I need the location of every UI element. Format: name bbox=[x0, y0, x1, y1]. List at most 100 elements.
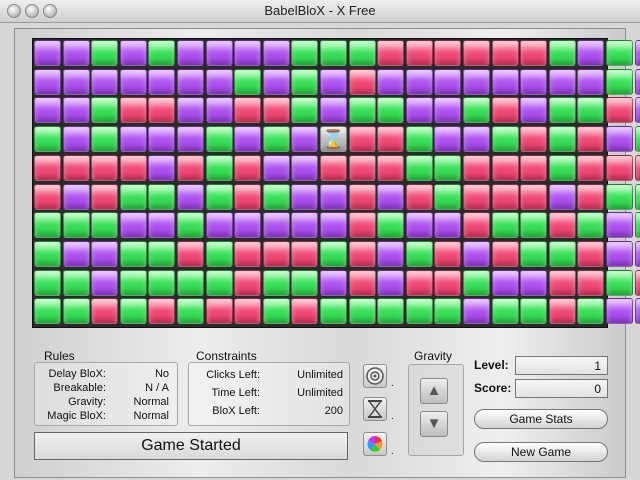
blox-cell[interactable] bbox=[548, 40, 576, 66]
blox-cell[interactable] bbox=[377, 183, 405, 210]
blox-cell[interactable] bbox=[491, 126, 519, 153]
blox-cell[interactable] bbox=[148, 269, 176, 296]
blox-cell[interactable] bbox=[377, 269, 405, 296]
blox-cell[interactable] bbox=[463, 269, 490, 296]
blox-cell[interactable] bbox=[177, 269, 204, 296]
blox-cell[interactable] bbox=[577, 212, 605, 239]
blox-cell[interactable] bbox=[520, 126, 548, 153]
blox-cell[interactable] bbox=[434, 68, 462, 95]
blox-cell[interactable] bbox=[491, 212, 519, 239]
game-stats-button[interactable]: Game Stats bbox=[474, 409, 608, 429]
blox-cell[interactable] bbox=[520, 298, 548, 325]
blox-cell[interactable] bbox=[434, 97, 462, 124]
blox-cell[interactable] bbox=[62, 154, 90, 181]
blox-cell[interactable] bbox=[262, 40, 290, 66]
blox-cell[interactable] bbox=[377, 212, 405, 239]
blox-cell[interactable] bbox=[606, 40, 633, 66]
new-game-button[interactable]: New Game bbox=[474, 442, 608, 462]
blox-cell[interactable] bbox=[377, 240, 405, 267]
blox-cell[interactable] bbox=[606, 240, 633, 267]
blox-cell[interactable] bbox=[405, 240, 433, 267]
blox-cell[interactable] bbox=[520, 40, 548, 66]
blox-cell[interactable] bbox=[320, 298, 347, 325]
blox-cell[interactable] bbox=[234, 97, 262, 124]
blox-cell[interactable] bbox=[634, 126, 640, 153]
blox-cell[interactable] bbox=[205, 68, 233, 95]
blox-cell[interactable] bbox=[205, 126, 233, 153]
blox-cell[interactable] bbox=[377, 68, 405, 95]
blox-cell[interactable] bbox=[348, 240, 376, 267]
blox-cell[interactable] bbox=[348, 269, 376, 296]
blox-cell[interactable] bbox=[348, 68, 376, 95]
blox-cell[interactable] bbox=[291, 269, 319, 296]
blox-cell[interactable] bbox=[177, 126, 204, 153]
blox-cell[interactable] bbox=[291, 298, 319, 325]
blox-cell[interactable] bbox=[119, 126, 147, 153]
blox-cell[interactable] bbox=[606, 126, 633, 153]
blox-cell[interactable] bbox=[463, 154, 490, 181]
blox-cell[interactable] bbox=[520, 68, 548, 95]
blox-cell[interactable] bbox=[491, 97, 519, 124]
blox-cell[interactable] bbox=[463, 240, 490, 267]
blox-cell[interactable] bbox=[463, 298, 490, 325]
blox-cell[interactable] bbox=[634, 240, 640, 267]
blox-cell[interactable] bbox=[548, 126, 576, 153]
blox-cell[interactable] bbox=[34, 183, 61, 210]
blox-cell[interactable] bbox=[262, 183, 290, 210]
blox-cell[interactable] bbox=[62, 126, 90, 153]
blox-cell[interactable] bbox=[91, 269, 119, 296]
blox-cell[interactable] bbox=[491, 40, 519, 66]
blox-cell[interactable] bbox=[205, 183, 233, 210]
blox-cell[interactable] bbox=[320, 97, 347, 124]
blox-cell[interactable] bbox=[348, 154, 376, 181]
blox-cell[interactable] bbox=[434, 269, 462, 296]
blox-cell[interactable] bbox=[320, 40, 347, 66]
blox-cell[interactable] bbox=[520, 269, 548, 296]
blox-cell[interactable] bbox=[62, 298, 90, 325]
blox-cell[interactable] bbox=[34, 154, 61, 181]
blox-cell[interactable] bbox=[634, 298, 640, 325]
blox-cell[interactable] bbox=[348, 126, 376, 153]
magic-blox-icon[interactable] bbox=[363, 432, 387, 456]
blox-cell[interactable] bbox=[463, 126, 490, 153]
blox-cell[interactable] bbox=[262, 240, 290, 267]
blox-cell[interactable] bbox=[577, 240, 605, 267]
blox-cell[interactable] bbox=[91, 240, 119, 267]
blox-cell[interactable] bbox=[91, 183, 119, 210]
blox-cell[interactable] bbox=[177, 183, 204, 210]
blox-cell[interactable] bbox=[548, 183, 576, 210]
blox-cell[interactable] bbox=[577, 269, 605, 296]
blox-cell[interactable] bbox=[606, 212, 633, 239]
blox-cell[interactable] bbox=[234, 298, 262, 325]
blox-cell[interactable] bbox=[34, 68, 61, 95]
blox-cell[interactable] bbox=[520, 154, 548, 181]
blox-cell[interactable] bbox=[262, 97, 290, 124]
blox-cell[interactable] bbox=[348, 40, 376, 66]
blox-cell[interactable] bbox=[548, 269, 576, 296]
blox-cell[interactable] bbox=[634, 40, 640, 66]
blox-cell[interactable] bbox=[463, 97, 490, 124]
blox-cell[interactable] bbox=[148, 68, 176, 95]
blox-cell[interactable] bbox=[634, 212, 640, 239]
blox-cell[interactable] bbox=[491, 298, 519, 325]
blox-cell[interactable] bbox=[320, 183, 347, 210]
blox-cell[interactable] bbox=[634, 68, 640, 95]
blox-cell[interactable] bbox=[377, 298, 405, 325]
blox-cell[interactable] bbox=[148, 154, 176, 181]
blox-cell[interactable] bbox=[320, 68, 347, 95]
blox-cell[interactable] bbox=[434, 126, 462, 153]
blox-cell[interactable] bbox=[405, 126, 433, 153]
blox-cell[interactable] bbox=[405, 298, 433, 325]
blox-cell[interactable] bbox=[148, 126, 176, 153]
blox-cell[interactable] bbox=[205, 40, 233, 66]
blox-cell[interactable] bbox=[234, 240, 262, 267]
blox-cell[interactable] bbox=[520, 183, 548, 210]
blox-cell[interactable] bbox=[34, 240, 61, 267]
blox-cell[interactable] bbox=[234, 40, 262, 66]
blox-cell[interactable] bbox=[577, 40, 605, 66]
blox-cell[interactable] bbox=[148, 40, 176, 66]
blox-cell[interactable] bbox=[91, 298, 119, 325]
game-board[interactable]: ⌛ bbox=[32, 38, 640, 328]
blox-cell[interactable] bbox=[62, 183, 90, 210]
blox-cell[interactable] bbox=[606, 183, 633, 210]
